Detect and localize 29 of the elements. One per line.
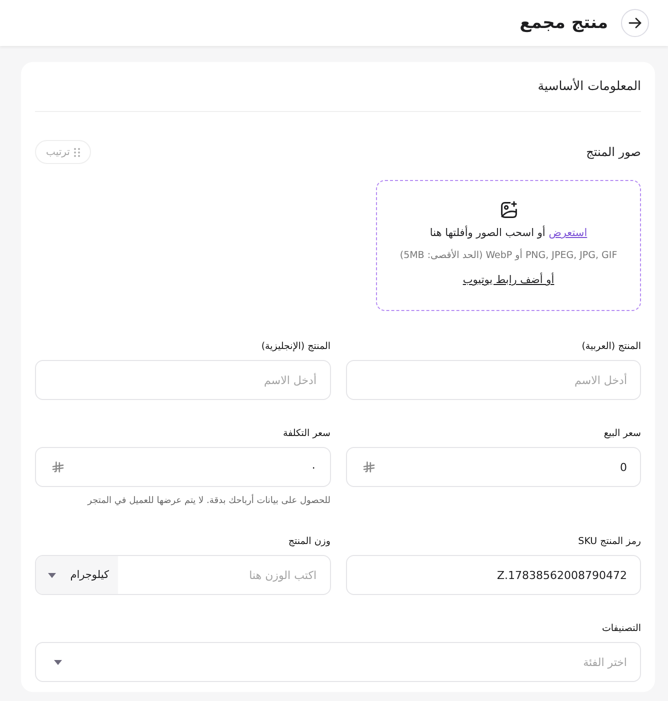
formats-note: PNG, JPEG, JPG, GIF أو WebP (الحد الأقصى: 5MB) [400,249,618,263]
field-label: المنتج (العربية) [580,340,641,354]
input-field[interactable]: Z.17838562008790472 [346,555,641,595]
price-field[interactable]: 0 [346,447,641,487]
field-label: وزن المنتج [287,535,330,549]
caret-icon [54,660,62,664]
arrow-icon [628,16,642,30]
image-plus-icon [500,201,518,219]
youtube-link[interactable]: أو أضف رابط يوتيوب [462,272,554,288]
field-label: سعر التكلفة [282,427,330,441]
currency-icon [52,461,64,473]
field-label: التصنيفات [600,622,641,636]
caret-icon [48,572,56,578]
field-label: سعر البيع [602,427,641,441]
unit-dropdown[interactable]: كيلوجرام [36,556,118,594]
drag-dots-icon [74,148,80,156]
section-title: المعلومات الأساسية [536,77,641,95]
page-title: منتج مجمع [520,13,608,33]
field-label: المنتج (الإنجليزية) [260,340,330,354]
field-label: رمز المنتج SKU [577,535,641,549]
back-button[interactable] [621,9,649,37]
dropzone-text: استعرض أو اسحب الصور وأفلتها هنا [430,225,588,241]
browse-link[interactable]: استعرض [548,227,588,239]
currency-icon [362,461,374,473]
upload-dropzone[interactable]: استعرض أو اسحب الصور وأفلتها هنا PNG, JPEG, JPG, GIF أو WebP (الحد الأقصى: 5MB) أو أضف رابط يوتيوب [376,180,641,311]
weight-field[interactable]: اكتب الوزن هنا كيلوجرام [35,555,330,595]
field-hint: للحصول على بيانات أرباحك بدقة. لا يتم عرضها للعميل في المتجر [86,494,330,508]
images-label: صور المنتج [586,145,641,159]
price-field[interactable]: ٠ [35,447,330,487]
